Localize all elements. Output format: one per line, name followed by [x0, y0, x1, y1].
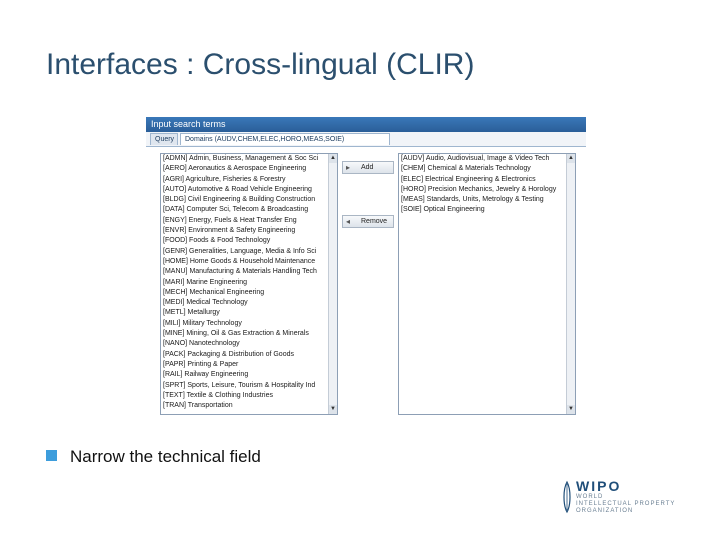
remove-button[interactable]: ◂ Remove — [342, 215, 394, 228]
list-item[interactable]: [MECH] Mechanical Engineering — [161, 288, 337, 298]
scroll-down-icon[interactable]: ▼ — [567, 405, 575, 414]
list-item[interactable]: [ELEC] Electrical Engineering & Electron… — [399, 175, 575, 185]
list-item[interactable]: [GENR] Generalities, Language, Media & I… — [161, 247, 337, 257]
add-button-label: Add — [361, 164, 373, 171]
list-item[interactable]: [ENGY] Energy, Fuels & Heat Transfer Eng — [161, 216, 337, 226]
list-item[interactable]: [BLDG] Civil Engineering & Building Cons… — [161, 195, 337, 205]
remove-button-label: Remove — [361, 218, 387, 225]
list-item[interactable]: [SPRT] Sports, Leisure, Tourism & Hospit… — [161, 381, 337, 391]
add-button[interactable]: ▸ Add — [342, 161, 394, 174]
list-item[interactable]: [MEDI] Medical Technology — [161, 298, 337, 308]
arrow-right-icon: ▸ — [346, 162, 350, 173]
list-item[interactable]: [MINE] Mining, Oil & Gas Extraction & Mi… — [161, 329, 337, 339]
list-item[interactable]: [PAPR] Printing & Paper — [161, 360, 337, 370]
logo-line-3: ORGANIZATION — [576, 508, 633, 514]
list-item[interactable]: [TRAN] Transportation — [161, 401, 337, 411]
list-item[interactable]: [MEAS] Standards, Units, Metrology & Tes… — [399, 195, 575, 205]
list-item[interactable]: [MANU] Manufacturing & Materials Handlin… — [161, 267, 337, 277]
tab-domains[interactable]: Domains (AUDV,CHEM,ELEC,HORO,MEAS,SOIE) — [180, 133, 390, 145]
logo-wordmark: WIPO — [576, 478, 621, 494]
list-item[interactable]: [ENVR] Environment & Safety Engineering — [161, 226, 337, 236]
scroll-up-icon[interactable]: ▲ — [329, 154, 337, 163]
selected-domains-items: [AUDV] Audio, Audiovisual, Image & Video… — [399, 154, 575, 216]
scroll-down-icon[interactable]: ▼ — [329, 405, 337, 414]
available-domains-list[interactable]: [ADMN] Admin, Business, Management & Soc… — [160, 153, 338, 415]
list-item[interactable]: [CHEM] Chemical & Materials Technology — [399, 164, 575, 174]
list-item[interactable]: [FOOD] Foods & Food Technology — [161, 236, 337, 246]
list-item[interactable]: [HORO] Precision Mechanics, Jewelry & Ho… — [399, 185, 575, 195]
list-item[interactable]: [METL] Metallurgy — [161, 308, 337, 318]
list-item[interactable]: [SOIE] Optical Engineering — [399, 205, 575, 215]
tab-bar: Query Domains (AUDV,CHEM,ELEC,HORO,MEAS,… — [146, 132, 586, 147]
available-list-scrollbar[interactable]: ▲ ▼ — [328, 154, 337, 414]
list-item[interactable]: [DATA] Computer Sci, Telecom & Broadcast… — [161, 205, 337, 215]
logo-line-2: INTELLECTUAL PROPERTY — [576, 501, 675, 507]
list-item[interactable]: [PACK] Packaging & Distribution of Goods — [161, 350, 337, 360]
scroll-up-icon[interactable]: ▲ — [567, 154, 575, 163]
slide-title: Interfaces : Cross-lingual (CLIR) — [46, 48, 474, 82]
wipo-logo: WIPO WORLD INTELLECTUAL PROPERTY ORGANIZ… — [562, 478, 702, 518]
list-item[interactable]: [AGRI] Agriculture, Fisheries & Forestry — [161, 175, 337, 185]
selected-domains-list[interactable]: [AUDV] Audio, Audiovisual, Image & Video… — [398, 153, 576, 415]
available-domains-items: [ADMN] Admin, Business, Management & Soc… — [161, 154, 337, 411]
list-item[interactable]: [AUDV] Audio, Audiovisual, Image & Video… — [399, 154, 575, 164]
list-item[interactable]: [AUTO] Automotive & Road Vehicle Enginee… — [161, 185, 337, 195]
list-item[interactable]: [ADMN] Admin, Business, Management & Soc… — [161, 154, 337, 164]
bullet-square-icon — [46, 450, 57, 461]
logo-line-1: WORLD — [576, 494, 603, 500]
list-item[interactable]: [TEXT] Textile & Clothing Industries — [161, 391, 337, 401]
clir-screenshot: Input search terms Query Domains (AUDV,C… — [146, 117, 586, 417]
list-item[interactable]: [MARI] Marine Engineering — [161, 278, 337, 288]
list-item[interactable]: [NANO] Nanotechnology — [161, 339, 337, 349]
list-item[interactable]: [AERO] Aeronautics & Aerospace Engineeri… — [161, 164, 337, 174]
list-item[interactable]: [RAIL] Railway Engineering — [161, 370, 337, 380]
window-header: Input search terms — [146, 117, 586, 132]
list-item[interactable]: [MILI] Military Technology — [161, 319, 337, 329]
list-item[interactable]: [HOME] Home Goods & Household Maintenanc… — [161, 257, 337, 267]
bullet-text: Narrow the technical field — [70, 447, 261, 467]
selected-list-scrollbar[interactable]: ▲ ▼ — [566, 154, 575, 414]
wipo-emblem-icon — [562, 480, 572, 514]
tab-query[interactable]: Query — [150, 133, 178, 145]
arrow-left-icon: ◂ — [346, 216, 350, 227]
